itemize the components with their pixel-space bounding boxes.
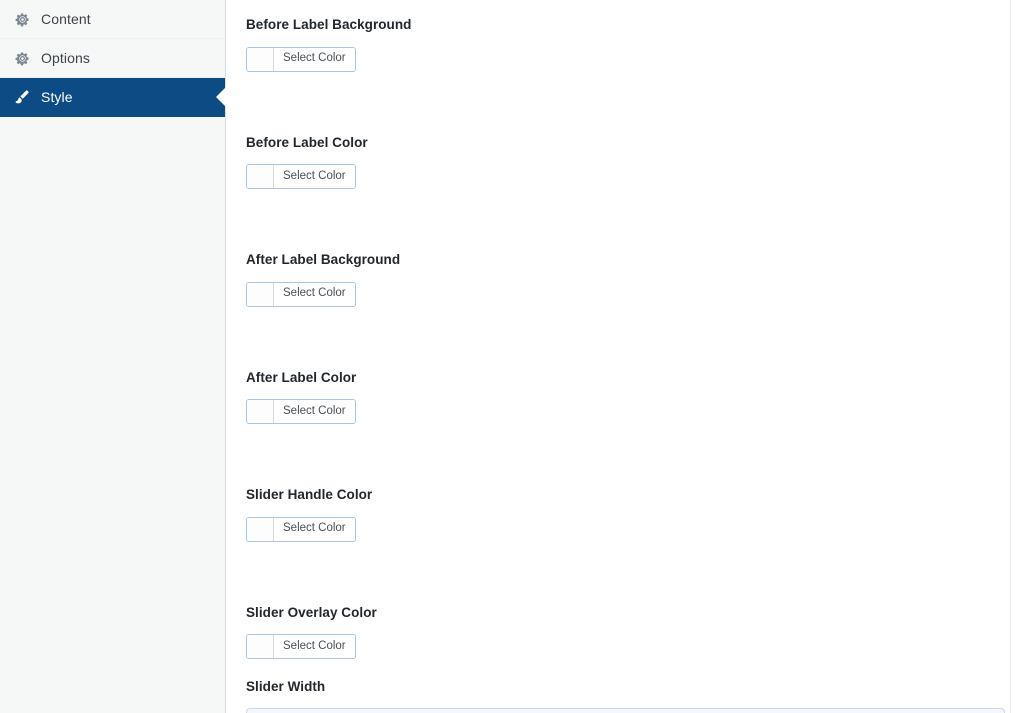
sidebar-item-label: Options: [41, 51, 90, 65]
color-swatch[interactable]: [247, 283, 274, 306]
spacer: [246, 307, 1006, 371]
field-label: Slider Overlay Color: [246, 606, 1006, 620]
select-color-label: Select Color: [274, 283, 355, 306]
field-label: Slider Handle Color: [246, 488, 1006, 502]
settings-sidebar: Content Options Style: [0, 0, 226, 713]
active-tab-pointer: [216, 87, 226, 107]
select-color-label: Select Color: [274, 400, 355, 423]
field-label: Before Label Background: [246, 18, 1006, 32]
gear-icon: [12, 9, 32, 29]
sidebar-item-style[interactable]: Style: [0, 78, 225, 117]
sidebar-item-label: Content: [41, 12, 91, 26]
field-slider-width: Slider Width: [246, 680, 1006, 713]
spacer: [246, 189, 1006, 253]
select-color-label: Select Color: [274, 518, 355, 541]
spacer: [246, 542, 1006, 606]
field-label: After Label Background: [246, 253, 1006, 267]
panel-edge-divider: [1010, 0, 1011, 713]
color-swatch[interactable]: [247, 48, 274, 71]
sidebar-item-options[interactable]: Options: [0, 39, 225, 78]
spacer: [246, 72, 1006, 136]
style-settings-panel: Before Label Background Select Color Bef…: [226, 0, 1024, 713]
color-swatch[interactable]: [247, 635, 274, 658]
select-color-button[interactable]: Select Color: [246, 47, 356, 72]
sidebar-item-content[interactable]: Content: [0, 0, 225, 39]
spacer: [246, 659, 1006, 680]
select-color-label: Select Color: [274, 165, 355, 188]
field-slider-overlay-color: Slider Overlay Color Select Color: [246, 606, 1006, 660]
field-before-label-background: Before Label Background Select Color: [246, 18, 1006, 72]
select-color-button[interactable]: Select Color: [246, 399, 356, 424]
field-label: After Label Color: [246, 371, 1006, 385]
brush-icon: [12, 87, 32, 107]
slider-width-input[interactable]: [246, 708, 1005, 713]
settings-page: Content Options Style: [0, 0, 1024, 713]
field-after-label-background: After Label Background Select Color: [246, 253, 1006, 307]
spacer: [246, 424, 1006, 488]
select-color-button[interactable]: Select Color: [246, 282, 356, 307]
select-color-button[interactable]: Select Color: [246, 164, 356, 189]
select-color-button[interactable]: Select Color: [246, 634, 356, 659]
color-swatch[interactable]: [247, 400, 274, 423]
gear-icon: [12, 48, 32, 68]
color-swatch[interactable]: [247, 518, 274, 541]
select-color-label: Select Color: [274, 48, 355, 71]
field-before-label-color: Before Label Color Select Color: [246, 136, 1006, 190]
sidebar-item-label: Style: [41, 90, 73, 104]
field-after-label-color: After Label Color Select Color: [246, 371, 1006, 425]
field-label: Before Label Color: [246, 136, 1006, 150]
field-label: Slider Width: [246, 680, 1006, 694]
field-slider-handle-color: Slider Handle Color Select Color: [246, 488, 1006, 542]
select-color-button[interactable]: Select Color: [246, 517, 356, 542]
color-swatch[interactable]: [247, 165, 274, 188]
select-color-label: Select Color: [274, 635, 355, 658]
